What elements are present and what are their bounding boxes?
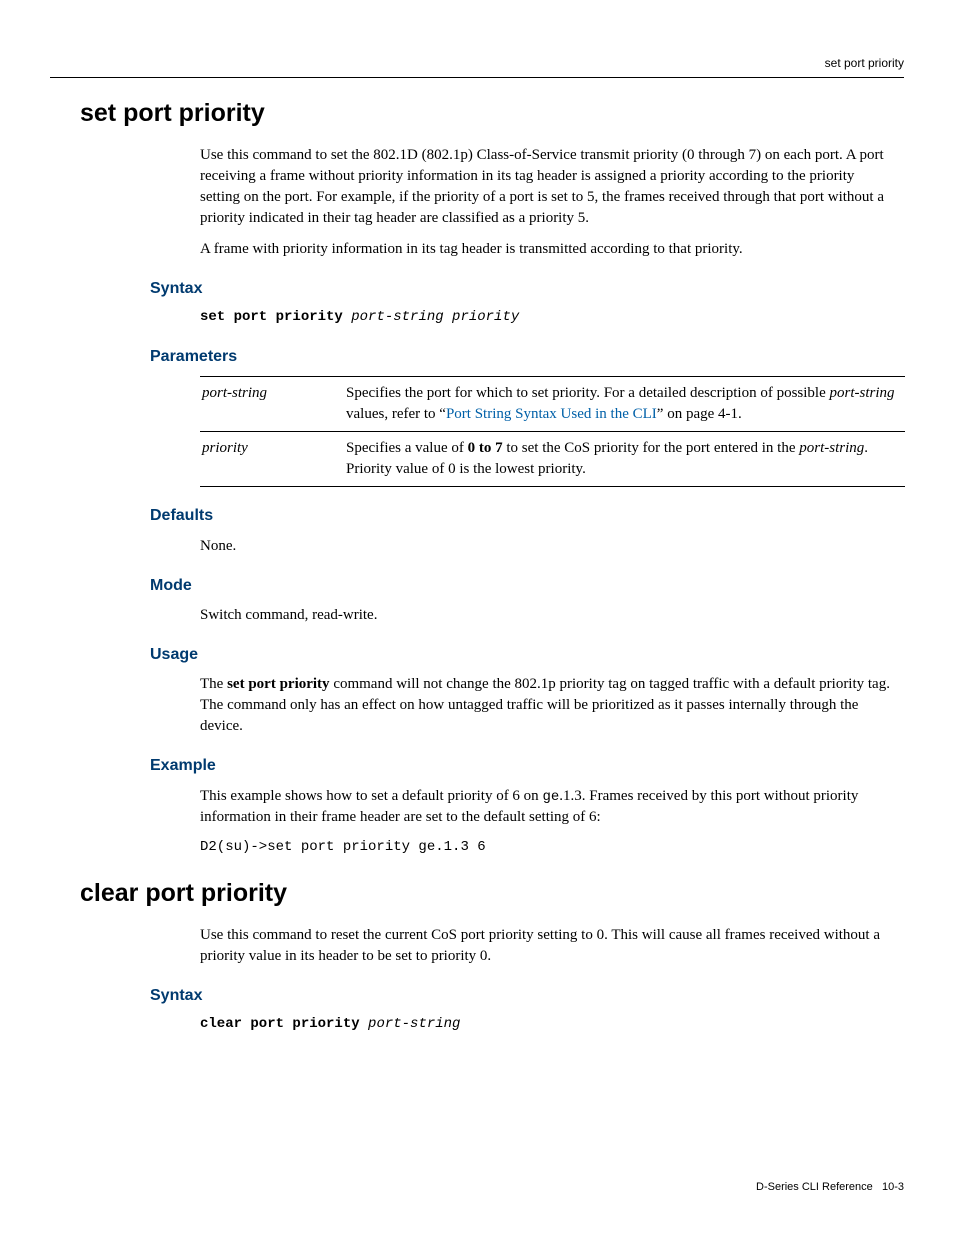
- section-title-set-port-priority: set port priority: [80, 96, 904, 131]
- section-title-clear-port-priority: clear port priority: [80, 876, 904, 911]
- param-row-priority: priority Specifies a value of 0 to 7 to …: [200, 432, 905, 487]
- param-desc: Specifies a value of 0 to 7 to set the C…: [340, 432, 905, 487]
- syntax-args: port-string priority: [351, 309, 519, 325]
- footer-doc-title: D-Series CLI Reference: [756, 1181, 873, 1193]
- usage-paragraph: The set port priority command will not c…: [200, 674, 894, 737]
- mode-heading: Mode: [150, 575, 904, 597]
- example-code: D2(su)->set port priority ge.1.3 6: [200, 838, 904, 858]
- clear-intro-paragraph: Use this command to reset the current Co…: [200, 925, 894, 967]
- usage-heading: Usage: [150, 644, 904, 666]
- parameters-table: port-string Specifies the port for which…: [200, 376, 905, 487]
- syntax-heading-clear: Syntax: [150, 985, 904, 1007]
- page-footer: D-Series CLI Reference 10-3: [756, 1180, 904, 1195]
- param-row-port-string: port-string Specifies the port for which…: [200, 377, 905, 432]
- param-name: priority: [200, 432, 340, 487]
- footer-page-number: 10-3: [882, 1181, 904, 1193]
- intro-paragraph-1: Use this command to set the 802.1D (802.…: [200, 145, 894, 229]
- example-heading: Example: [150, 755, 904, 777]
- syntax-command-clear: clear port priority: [200, 1016, 360, 1032]
- parameters-heading: Parameters: [150, 346, 904, 368]
- syntax-heading: Syntax: [150, 278, 904, 300]
- param-name: port-string: [200, 377, 340, 432]
- port-string-syntax-link[interactable]: Port String Syntax Used in the CLI: [446, 406, 657, 422]
- intro-paragraph-2: A frame with priority information in its…: [200, 239, 894, 260]
- defaults-text: None.: [200, 536, 894, 557]
- syntax-code-clear: clear port priority port-string: [200, 1015, 904, 1035]
- syntax-code: set port priority port-string priority: [200, 308, 904, 328]
- param-desc: Specifies the port for which to set prio…: [340, 377, 905, 432]
- page-header: set port priority: [50, 55, 904, 78]
- example-paragraph: This example shows how to set a default …: [200, 786, 894, 829]
- syntax-args-clear: port-string: [368, 1016, 460, 1032]
- header-right-text: set port priority: [825, 56, 904, 70]
- mode-text: Switch command, read-write.: [200, 605, 894, 626]
- defaults-heading: Defaults: [150, 505, 904, 527]
- syntax-command: set port priority: [200, 309, 343, 325]
